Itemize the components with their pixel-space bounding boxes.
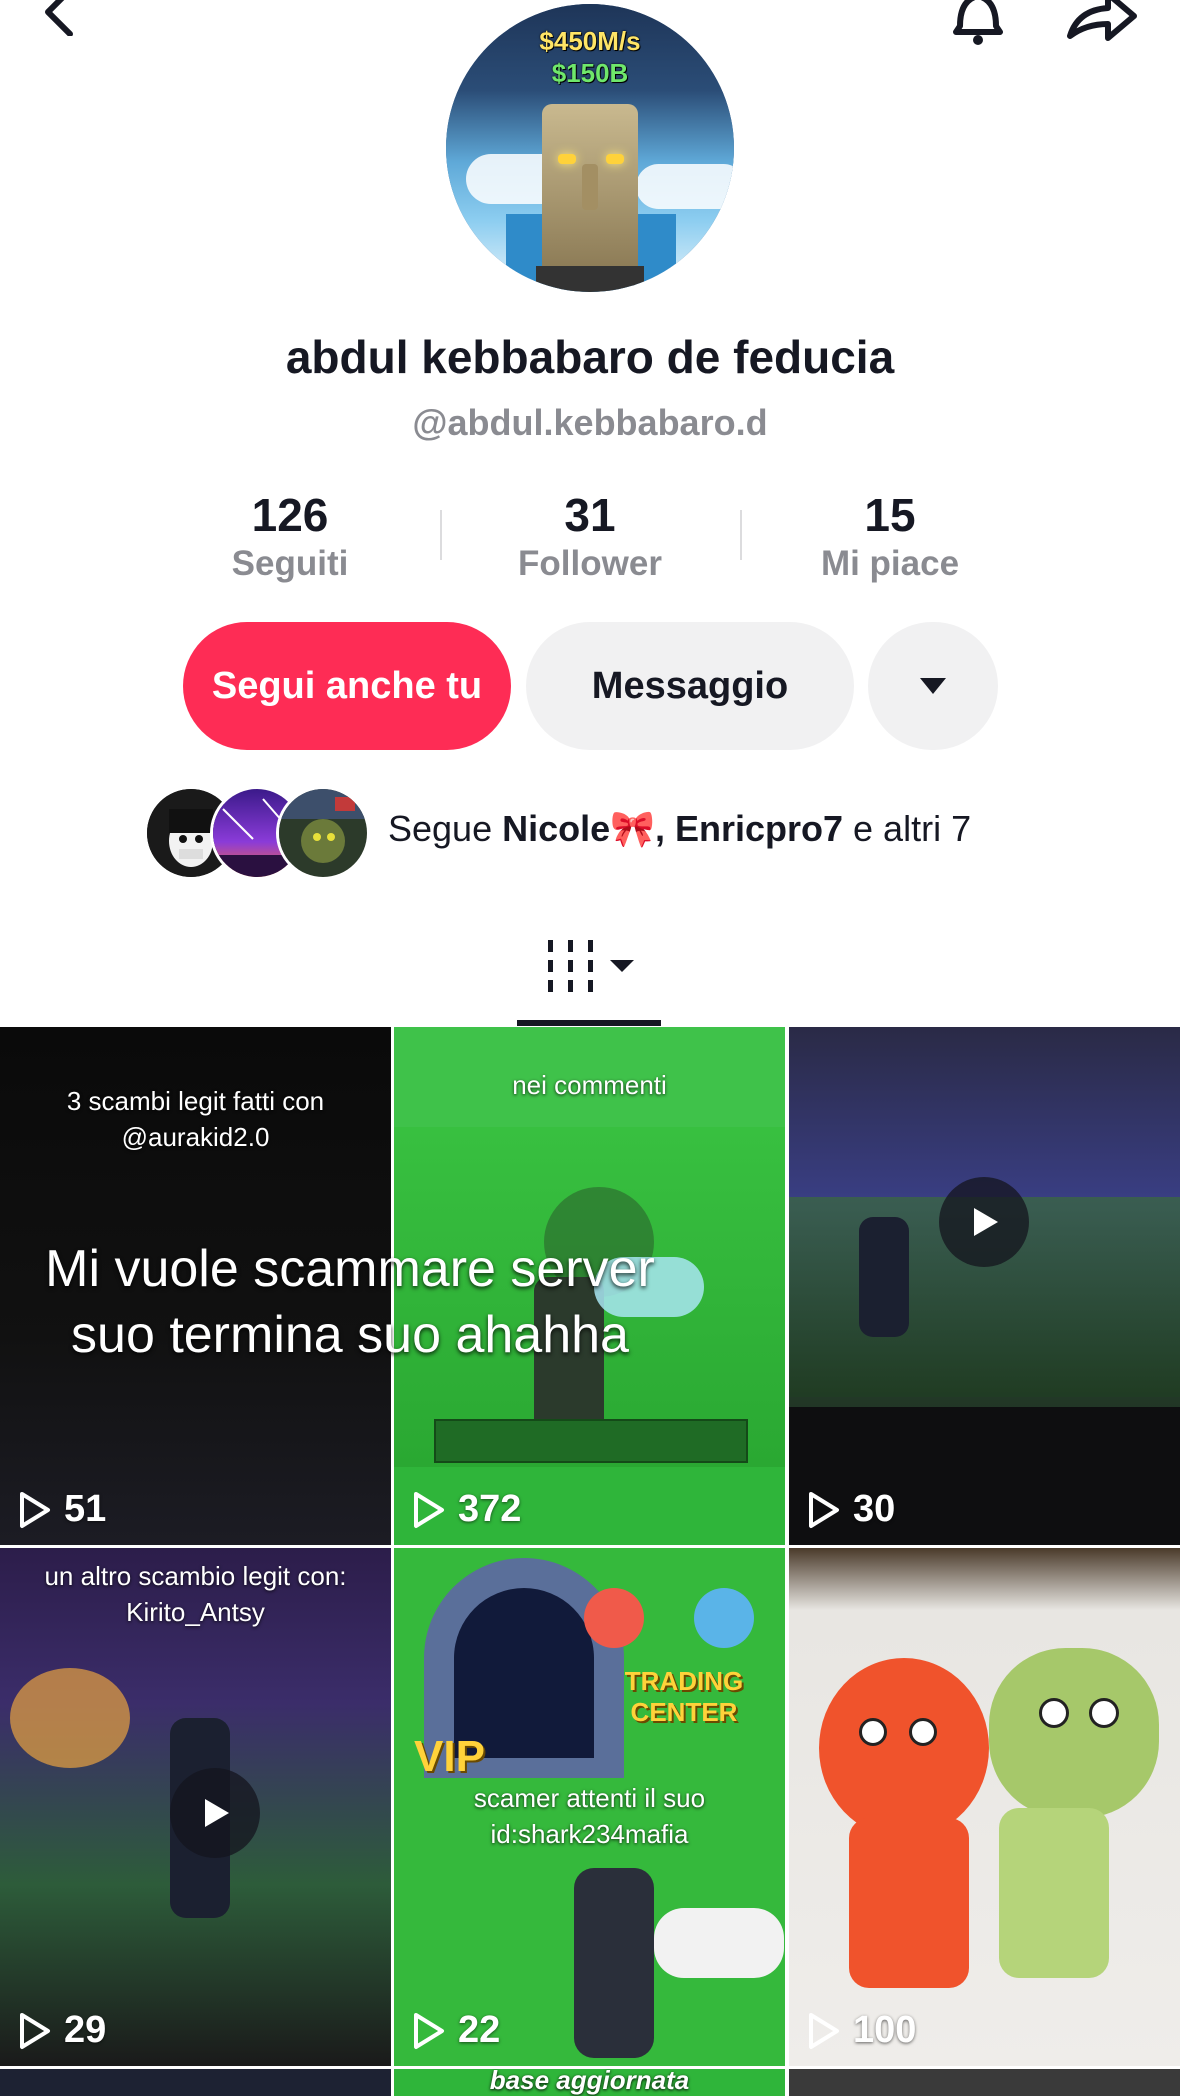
mutual-prefix: Segue: [388, 808, 503, 849]
active-tab-indicator: [517, 1020, 661, 1026]
stat-likes[interactable]: 15 Mi piace: [770, 488, 1010, 586]
grid-tab-icon: [548, 940, 634, 992]
view-count: 372: [412, 1488, 521, 1531]
view-count: 100: [807, 2009, 916, 2052]
more-options-button[interactable]: [868, 622, 998, 750]
play-icon: [20, 2012, 50, 2049]
videos-grid-tab[interactable]: [544, 938, 644, 998]
stat-likes-label: Mi piace: [820, 544, 960, 583]
stat-following-value: 126: [251, 489, 329, 541]
video-caption: un altro scambio legit con: Kirito_Antsy: [44, 1561, 347, 1627]
video-thumbnail[interactable]: [0, 2069, 391, 2096]
avatar-text-value: $150B: [551, 58, 629, 88]
stat-likes-value: 15: [864, 489, 916, 541]
video-thumbnail[interactable]: TRADING CENTER VIP scamer attenti il suo…: [394, 1548, 785, 2066]
mutual-separator: ,: [654, 808, 675, 849]
vip-badge: VIP: [414, 1732, 485, 1781]
play-icon: [205, 1799, 229, 1827]
view-count-value: 372: [458, 1488, 522, 1530]
username: @abdul.kebbabaro.d: [412, 402, 768, 443]
stat-divider: [740, 510, 742, 560]
play-overlay: [170, 1768, 260, 1858]
follow-button[interactable]: Segui anche tu: [183, 622, 511, 750]
share-icon[interactable]: [1064, 0, 1140, 48]
stat-divider: [440, 510, 442, 560]
view-count: 30: [807, 1488, 895, 1531]
message-button[interactable]: Messaggio: [526, 622, 854, 750]
view-count-value: 29: [64, 2009, 107, 2051]
play-icon: [974, 1208, 998, 1236]
stat-following[interactable]: 126 Seguiti: [170, 488, 410, 586]
bell-icon[interactable]: [948, 0, 1008, 48]
view-count-value: 22: [458, 2009, 501, 2051]
play-icon: [414, 2012, 444, 2049]
stat-followers[interactable]: 31 Follower: [470, 488, 710, 586]
play-icon: [414, 1491, 444, 1528]
video-thumbnail[interactable]: 30: [789, 1027, 1180, 1545]
profile-avatar[interactable]: $450M/s $150B: [446, 4, 734, 292]
view-count: 22: [412, 2009, 500, 2052]
mutual-name-1: Nicole🎀: [502, 808, 655, 849]
play-icon: [809, 1491, 839, 1528]
overlay-caption: Mi vuole scammare server suo termina suo…: [45, 1240, 655, 1364]
view-count: 29: [18, 2009, 106, 2052]
videos-grid: 3 scambi legit fatti con @aurakid2.0 51 …: [0, 1027, 1180, 2096]
video-caption: nei commenti: [512, 1070, 667, 1100]
mutual-name-2: Enricpro7: [674, 808, 844, 849]
mutual-followers-avatars[interactable]: [144, 786, 370, 880]
video-thumbnail[interactable]: un altro scambio legit con: Kirito_Antsy…: [0, 1548, 391, 2066]
view-count: 51: [18, 1488, 106, 1531]
view-count-value: 30: [853, 1488, 896, 1530]
video-caption: base aggiornata: [489, 2069, 690, 2095]
stat-followers-value: 31: [564, 489, 616, 541]
video-caption: scamer attenti il suo id:shark234mafia: [473, 1783, 706, 1849]
video-thumbnail[interactable]: base aggiornata: [394, 2069, 785, 2096]
mutual-followers-text[interactable]: Segue Nicole🎀, Enricpro7 e altri 7: [388, 808, 971, 850]
play-icon: [20, 1491, 50, 1528]
avatar: [276, 786, 370, 880]
back-arrow-icon[interactable]: [40, 0, 80, 37]
caret-down-icon: [920, 678, 946, 694]
view-count-value: 51: [64, 1488, 107, 1530]
video-thumbnail[interactable]: 100: [789, 1548, 1180, 2066]
view-count-value: 100: [853, 2009, 917, 2051]
mutual-suffix: e altri 7: [843, 808, 972, 849]
stat-followers-label: Follower: [518, 544, 662, 583]
video-caption: 3 scambi legit fatti con @aurakid2.0: [66, 1086, 325, 1152]
stat-following-label: Seguiti: [231, 544, 349, 583]
trading-center-sign: TRADING CENTER: [624, 1666, 744, 1727]
play-overlay: [939, 1177, 1029, 1267]
video-thumbnail[interactable]: [789, 2069, 1180, 2096]
avatar-text-income: $450M/s: [539, 26, 641, 56]
play-icon: [809, 2012, 839, 2049]
display-name: abdul kebbabaro de feducia: [285, 331, 895, 383]
